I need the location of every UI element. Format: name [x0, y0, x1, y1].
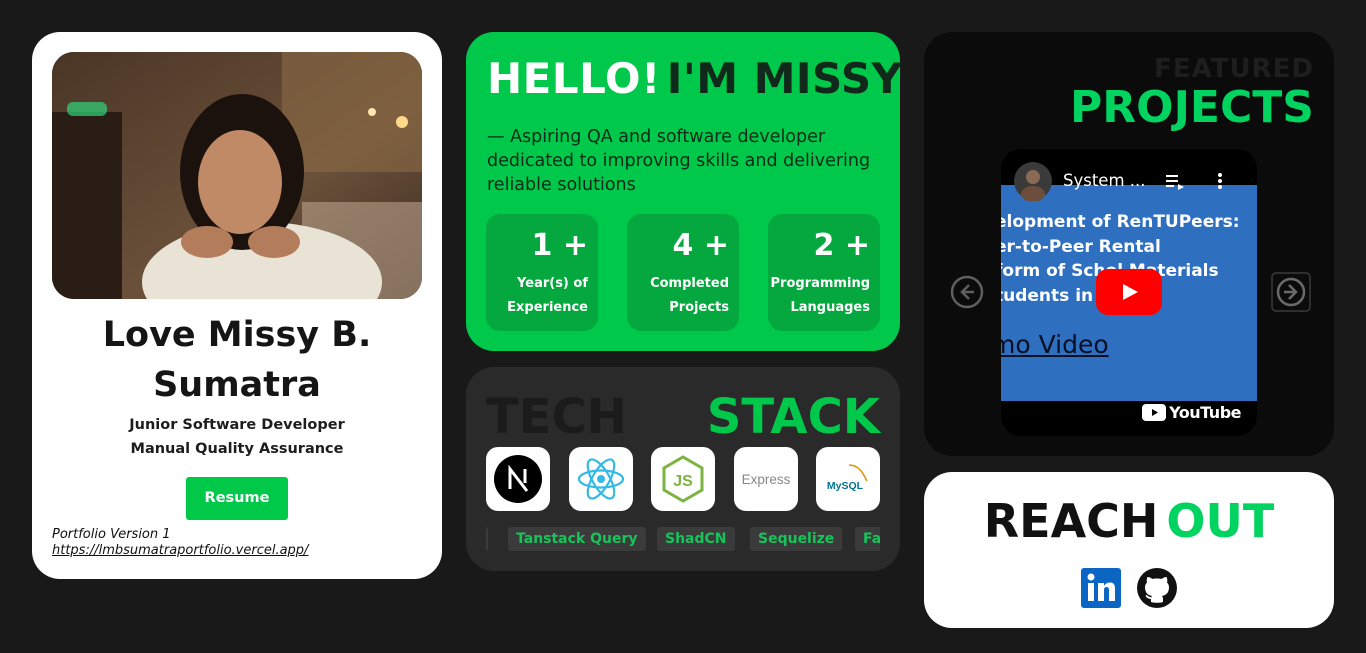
portfolio-version: Portfolio Version 1	[52, 527, 171, 542]
stat-label: Year(s) of Experience	[507, 272, 588, 320]
express-text: Express	[742, 472, 791, 487]
reach-title: REACH OUT	[924, 494, 1334, 548]
express-icon: Express	[734, 447, 798, 511]
video-text-line: elopment of RenTUPeers:	[1001, 212, 1240, 232]
mysql-icon: MySQL	[816, 447, 880, 511]
youtube-logo[interactable]: YouTube	[1142, 403, 1241, 422]
hello-description: — Aspiring QA and software developer ded…	[487, 127, 871, 195]
tech-tags-marquee: Tanstack Query ShadCN Sequelize Fa	[486, 527, 880, 551]
profile-name-line2: Sumatra	[153, 365, 321, 405]
featured-title-dim: FEATURED	[1154, 54, 1314, 84]
profile-role-1: Junior Software Developer	[129, 417, 345, 433]
channel-avatar-icon	[1014, 162, 1052, 201]
mysql-text: MySQL	[827, 480, 864, 492]
video-header: System ...	[1001, 149, 1257, 201]
featured-title-accent: PROJECTS	[1070, 82, 1314, 133]
video-demo-text: mo Video	[1001, 330, 1109, 359]
resume-button[interactable]: Resume	[186, 477, 288, 520]
nodejs-text: JS	[673, 473, 693, 490]
youtube-play-icon[interactable]	[1096, 269, 1162, 315]
stat-number: 2 +	[813, 228, 870, 263]
youtube-label: YouTube	[1169, 403, 1241, 422]
project-video-embed[interactable]: elopment of RenTUPeers: er-to-Peer Renta…	[1001, 149, 1257, 436]
react-icon	[569, 447, 633, 511]
tech-title-accent: STACK	[706, 389, 880, 445]
tech-tag: ShadCN	[657, 527, 735, 551]
hello-title-dark: I'M MISSY	[666, 54, 903, 103]
profile-name: Love Missy B. Sumatra	[52, 310, 422, 410]
hello-card: HELLO! I'M MISSY — Aspiring QA and softwa…	[466, 32, 903, 351]
video-text-line: er-to-Peer Rental	[1001, 236, 1161, 257]
stat-label: Completed Projects	[650, 272, 729, 320]
profile-name-line1: Love Missy B.	[102, 315, 372, 355]
stat-label-line2: Experience	[507, 300, 588, 315]
tech-tag: Fa	[855, 527, 880, 551]
stat-number: 4 +	[672, 228, 729, 263]
portfolio-link[interactable]: https://lmbsumatraportfolio.vercel.app/	[52, 543, 308, 558]
reach-out-card: REACH OUT	[924, 472, 1334, 628]
stat-number: 1 +	[531, 228, 588, 263]
stat-label-line1: Completed	[650, 276, 729, 291]
playlist-icon[interactable]	[1165, 173, 1185, 191]
tech-tag-partial	[486, 527, 488, 551]
stat-label-line2: Languages	[790, 300, 870, 315]
hello-title-white: HELLO!	[487, 54, 661, 103]
github-icon[interactable]	[1137, 568, 1177, 608]
stat-projects: 4 + Completed Projects	[627, 214, 739, 331]
hello-title: HELLO! I'M MISSY	[487, 54, 903, 103]
tech-tag: Sequelize	[750, 527, 843, 551]
stat-label-line1: Programming	[770, 276, 870, 291]
profile-photo	[52, 52, 422, 299]
tech-tag: Tanstack Query	[508, 527, 646, 551]
stat-label-line2: Projects	[669, 300, 729, 315]
previous-arrow-icon[interactable]	[947, 272, 987, 312]
tech-stack-card: TECH STACK JS Express MySQL Tanstack Que…	[466, 367, 900, 571]
linkedin-icon[interactable]	[1081, 568, 1121, 608]
youtube-logo-icon	[1142, 404, 1167, 421]
next-arrow-icon[interactable]	[1271, 272, 1311, 312]
featured-projects-card: FEATURED PROJECTS elopment of RenTUPeers…	[924, 32, 1334, 456]
nextjs-icon	[486, 447, 550, 511]
stat-label: Programming Languages	[771, 272, 870, 320]
stat-languages: 2 + Programming Languages	[768, 214, 880, 331]
video-title[interactable]: System ...	[1063, 171, 1146, 190]
stat-label-line1: Year(s) of	[517, 276, 588, 291]
nodejs-icon: JS	[651, 447, 715, 511]
tech-title-dim: TECH	[486, 389, 627, 445]
more-options-icon[interactable]	[1217, 172, 1223, 190]
reach-title-accent: OUT	[1166, 494, 1275, 548]
profile-role-2: Manual Quality Assurance	[130, 441, 344, 457]
stat-experience: 1 + Year(s) of Experience	[486, 214, 598, 331]
reach-title-dark: REACH	[983, 494, 1159, 548]
profile-card: Love Missy B. Sumatra Junior Software De…	[32, 32, 442, 579]
